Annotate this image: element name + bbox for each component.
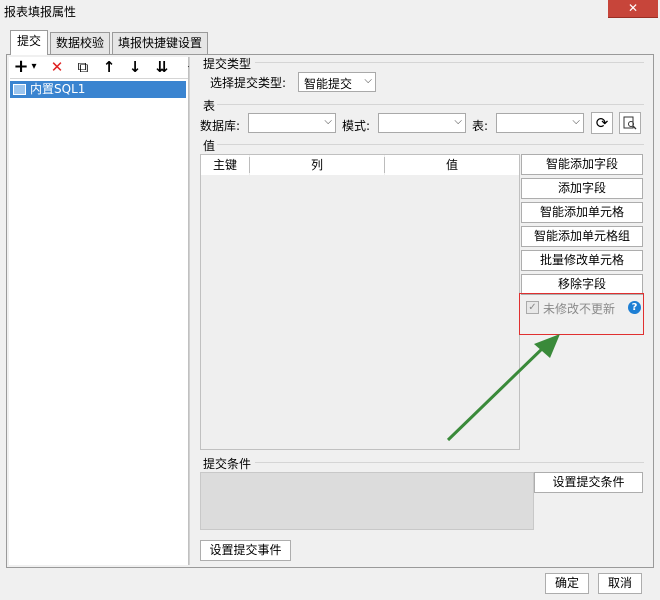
arrow-shaft [446,343,548,442]
set-submit-event-button[interactable]: 设置提交事件 [200,540,291,561]
ok-button[interactable]: 确定 [545,573,589,594]
set-submit-condition-button[interactable]: 设置提交条件 [534,472,643,493]
tab-submit[interactable]: 提交 [10,30,48,55]
submit-condition-divider [255,462,644,463]
cancel-button[interactable]: 取消 [598,573,642,594]
submit-condition-area[interactable] [200,472,534,530]
submit-condition-title: 提交条件 [203,457,252,471]
